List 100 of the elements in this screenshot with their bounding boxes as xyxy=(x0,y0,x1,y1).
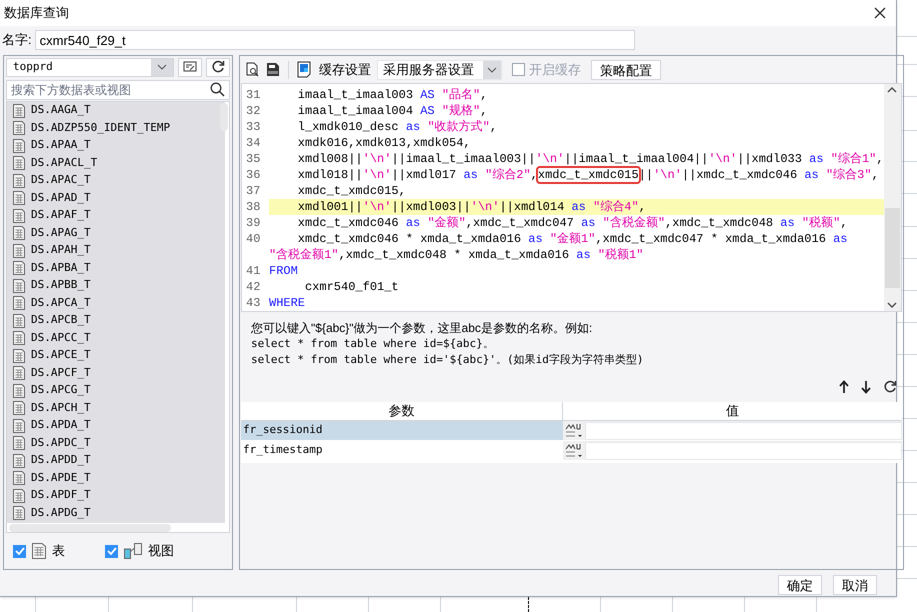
checkbox[interactable] xyxy=(105,544,118,558)
arrow-up-icon[interactable] xyxy=(838,380,849,394)
table-icon xyxy=(13,296,25,310)
table-list-item[interactable]: DS.APDG_T xyxy=(31,504,91,522)
table-list-item[interactable]: DS.APCH_T xyxy=(31,400,91,416)
table-list-item[interactable]: DS.APACL_T xyxy=(31,154,98,172)
hint-text: select * from table where id=${abc}。 xyxy=(251,336,495,352)
table-icon xyxy=(13,156,25,170)
table-list-item[interactable]: DS.APBA_T xyxy=(31,260,91,276)
cache-settings-label: 缓存设置 xyxy=(319,60,371,79)
refresh-button[interactable] xyxy=(206,58,230,77)
cache-mode-select[interactable]: 采用服务器设置 xyxy=(377,60,502,80)
table-icon xyxy=(13,384,25,398)
code-line[interactable]: cxmr540_f01_t xyxy=(269,279,399,295)
cache-document-icon[interactable] xyxy=(297,61,313,78)
preview-button[interactable] xyxy=(178,58,202,77)
table-list-item[interactable]: DS.APBB_T xyxy=(31,277,91,294)
close-icon[interactable] xyxy=(874,7,886,19)
strategy-config-button[interactable]: 策略配置 xyxy=(591,60,661,80)
code-line[interactable]: imaal_t_imaal004 AS "规格", xyxy=(269,103,488,119)
refresh-icon[interactable] xyxy=(882,380,897,394)
table-icon xyxy=(13,278,25,293)
value-field[interactable] xyxy=(585,422,902,440)
code-line[interactable]: xmdc_t_xmdc046 as "金额",xmdc_t_xmdc047 as "含税金额",xmdc_t_xmdc048 as "税额", xyxy=(269,215,848,231)
dialog-button[interactable]: 确定 xyxy=(778,575,822,595)
table-icon xyxy=(13,506,25,520)
table-list-item[interactable]: DS.APAF_T xyxy=(31,207,91,224)
hint-text: 您可以键入"${abc}"做为一个参数，这里abc是参数的名称。例如: xyxy=(251,320,594,336)
table-icon xyxy=(13,488,25,503)
table-list-item[interactable]: DS.APCB_T xyxy=(31,312,91,329)
scroll-down-icon[interactable] xyxy=(887,302,898,308)
table-icon xyxy=(13,314,25,328)
code-line[interactable]: xmdl018||'\n'||xmdl017 as "综合2",xmdc_t_xmdc015||'\n'||xmdc_t_xmdc046 as "综合3", xyxy=(269,167,879,183)
table-list-item[interactable]: DS.APAC_T xyxy=(31,172,91,189)
code-line[interactable]: xmdc_t_xmdc015, xyxy=(269,183,406,199)
table-list-item[interactable]: DS.APCC_T xyxy=(31,330,91,346)
code-line[interactable]: l_xmdk010_desc as "收款方式", xyxy=(269,119,498,135)
table-list-item[interactable]: DS.APAG_T xyxy=(31,224,91,242)
view-icon xyxy=(124,543,142,560)
table-icon xyxy=(13,366,25,380)
sql-file-icon[interactable] xyxy=(266,62,280,77)
scroll-up-icon[interactable] xyxy=(887,87,898,93)
type-icon[interactable] xyxy=(565,442,583,458)
table-icon xyxy=(13,191,25,206)
refresh-icon xyxy=(211,60,225,74)
chevron-down-icon xyxy=(157,64,167,70)
table-list-item[interactable]: DS.APDD_T xyxy=(31,452,91,469)
table-list-item[interactable]: DS.APCF_T xyxy=(31,364,91,382)
table-list-item[interactable]: DS.APDE_T xyxy=(31,470,91,486)
table-icon xyxy=(13,208,25,223)
code-line[interactable]: xmdk016,xmdk013,xmdk054, xyxy=(269,135,471,151)
code-line[interactable]: "含税金额1",xmdc_t_xmdc048 * xmda_t_xmda016 as "税额1" xyxy=(269,247,644,263)
table-list-item[interactable]: DS.APAD_T xyxy=(31,190,91,206)
table-icon xyxy=(13,418,25,433)
table-list-item[interactable]: DS.APAH_T xyxy=(31,242,91,259)
table-icon xyxy=(13,244,25,258)
table-icon xyxy=(32,543,46,560)
code-line[interactable]: xmdl001||'\n'||xmdl003||'\n'||xmdl014 as "综合4", xyxy=(269,199,646,215)
table-filter-label: 表 xyxy=(52,542,65,560)
table-list-item[interactable]: DS.AAGA_T xyxy=(31,102,91,119)
enable-cache-label: 开启缓存 xyxy=(529,60,581,79)
table-list-item[interactable]: DS.APAA_T xyxy=(31,137,91,154)
name-label: 名字: xyxy=(2,31,32,50)
window-edit-icon xyxy=(183,61,197,74)
table-icon xyxy=(13,331,25,346)
table-list-item[interactable]: DS.APDA_T xyxy=(31,417,91,434)
scrollbar[interactable] xyxy=(884,84,901,311)
checkbox[interactable] xyxy=(13,544,26,558)
window-title: 数据库查询 xyxy=(4,4,69,22)
scrollbar[interactable] xyxy=(9,524,171,532)
parameter-name-cell[interactable]: fr_sessionid xyxy=(241,421,563,440)
code-line[interactable]: WHERE xyxy=(269,295,306,311)
table-icon xyxy=(13,138,25,153)
table-icon xyxy=(13,471,25,486)
code-line[interactable]: FROM xyxy=(269,263,298,279)
hint-text: select * from table where id='${abc}'。(如果id字段为字符串类型) xyxy=(251,352,645,368)
column-header: 值 xyxy=(724,402,740,420)
chevron-down-icon xyxy=(487,66,497,72)
connection-select[interactable]: topprd xyxy=(6,58,174,77)
name-field[interactable]: cxmr540_f29_t xyxy=(34,30,635,50)
table-icon xyxy=(13,454,25,468)
type-icon[interactable] xyxy=(565,422,583,438)
code-line[interactable]: xmdl008||'\n'||imaal_t_imaal003||'\n'||imaal_t_imaal004||'\n'||xmdl033 as "综合1", xyxy=(269,151,884,167)
scrollbar[interactable] xyxy=(220,102,228,131)
table-icon xyxy=(13,348,25,363)
table-list-item[interactable]: DS.ADZP550_IDENT_TEMP xyxy=(31,120,170,136)
code-line[interactable]: imaal_t_imaal003 AS "品名", xyxy=(269,87,488,103)
search-field[interactable]: 搜索下方数据表或视图 xyxy=(6,80,230,100)
table-list-item[interactable]: DS.APCE_T xyxy=(31,347,91,364)
dialog-button[interactable]: 取消 xyxy=(833,575,877,595)
document-search-icon[interactable] xyxy=(246,62,260,77)
table-list-item[interactable]: DS.APDC_T xyxy=(31,434,91,452)
table-list-item[interactable]: DS.APCA_T xyxy=(31,294,91,312)
arrow-down-icon[interactable] xyxy=(860,380,871,394)
code-line[interactable]: xmdc_t_xmdc046 * xmda_t_xmda016 as "金额1",xmdc_t_xmdc047 * xmda_t_xmda016 as xyxy=(269,231,848,247)
table-list-item[interactable]: DS.APCG_T xyxy=(31,382,91,399)
view-filter-label: 视图 xyxy=(148,542,174,560)
column-header: 参数 xyxy=(241,402,563,420)
value-field[interactable] xyxy=(585,442,902,460)
table-list-item[interactable]: DS.APDF_T xyxy=(31,487,91,504)
